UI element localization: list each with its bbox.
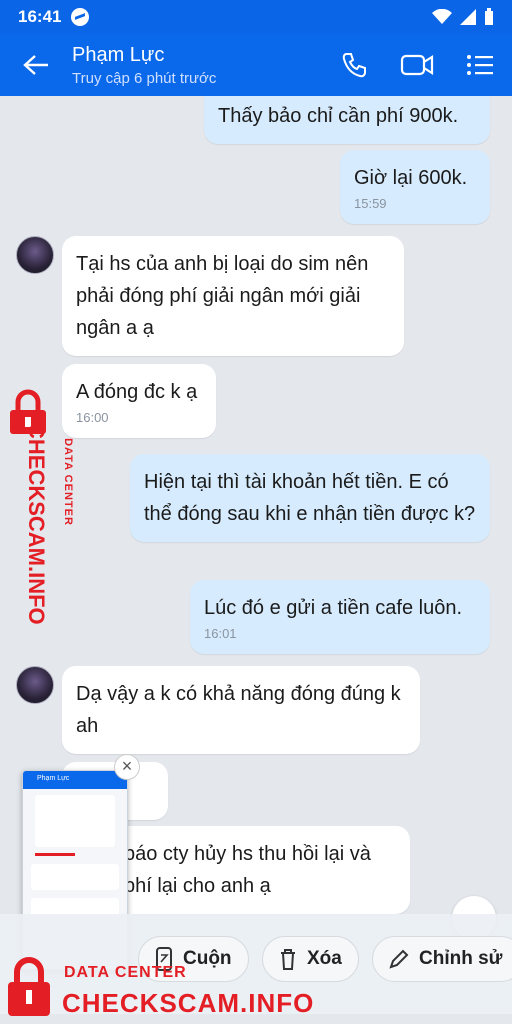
phone-icon[interactable]: [340, 51, 368, 79]
side-watermark: CHECKSCAM.INFO: [23, 423, 49, 625]
message-text: A đóng đc k ạ: [76, 381, 198, 403]
message-time: 16:01: [204, 626, 237, 641]
watermark-top: DATA CENTER: [64, 964, 187, 981]
contact-name: Phạm Lực: [72, 43, 165, 66]
wifi-icon: [432, 9, 452, 24]
video-call-icon[interactable]: [400, 52, 434, 78]
message-text: Thấy bảo chỉ cần phí 900k.: [218, 105, 459, 127]
bottom-watermark: DATA CENTER CHECKSCAM.INFO: [0, 950, 330, 1024]
watermark-main: CHECKSCAM.INFO: [24, 423, 49, 625]
message-text: báo cty hủy hs thu hồi lại và phí lại ch…: [124, 843, 371, 897]
message-time: 15:59: [354, 196, 387, 211]
clock: 16:41: [18, 7, 62, 26]
lock-watermark-icon: [8, 957, 50, 1016]
message-incoming[interactable]: Dạ vậy a k có khả năng đóng đúng k ah: [62, 666, 420, 754]
status-bar: 16:41: [0, 0, 512, 34]
signal-icon: [460, 9, 476, 25]
watermark-sub: DATA CENTER: [62, 438, 74, 526]
pencil-icon: [389, 949, 409, 969]
thumbnail-header: Phạm Lực: [23, 771, 127, 789]
battery-icon: [485, 8, 493, 25]
contact-info[interactable]: Phạm Lực Truy cập 6 phút trước: [72, 44, 216, 87]
close-thumbnail-button[interactable]: ×: [114, 754, 140, 780]
back-button[interactable]: [0, 54, 72, 76]
message-incoming[interactable]: Tại hs của anh bị loại do sim nên phải đ…: [62, 236, 404, 356]
arrow-left-icon: [23, 55, 48, 75]
messenger-icon: [71, 8, 90, 26]
message-text: Lúc đó e gửi a tiền cafe luôn.: [204, 597, 463, 619]
message-text: Giờ lại 600k.: [354, 167, 468, 189]
message-outgoing[interactable]: Hiện tại thì tài khoản hết tiền. E có th…: [130, 454, 490, 542]
avatar[interactable]: [16, 666, 54, 704]
message-text: Tại hs của anh bị loại do sim nên phải đ…: [76, 253, 369, 339]
message-outgoing[interactable]: Lúc đó e gửi a tiền cafe luôn. 16:01: [190, 580, 490, 654]
chat-header: Phạm Lực Truy cập 6 phút trước: [0, 34, 512, 96]
edit-button[interactable]: Chỉnh sử: [372, 936, 512, 982]
message-time: 16:00: [76, 410, 109, 425]
message-outgoing[interactable]: Giờ lại 600k. 15:59: [340, 150, 490, 224]
message-outgoing[interactable]: Thấy bảo chỉ cần phí 900k.: [204, 96, 490, 144]
avatar[interactable]: [16, 236, 54, 274]
message-incoming[interactable]: A đóng đc k ạ 16:00: [62, 364, 216, 438]
edit-label: Chỉnh sử: [419, 948, 503, 969]
last-seen: Truy cập 6 phút trước: [72, 69, 217, 87]
watermark-main: CHECKSCAM.INFO: [62, 988, 315, 1018]
menu-icon[interactable]: [466, 53, 494, 77]
side-watermark-sub: DATA CENTER: [62, 382, 74, 582]
message-text: Hiện tại thì tài khoản hết tiền. E có th…: [144, 471, 476, 525]
message-text: Dạ vậy a k có khả năng đóng đúng k ah: [76, 683, 401, 737]
